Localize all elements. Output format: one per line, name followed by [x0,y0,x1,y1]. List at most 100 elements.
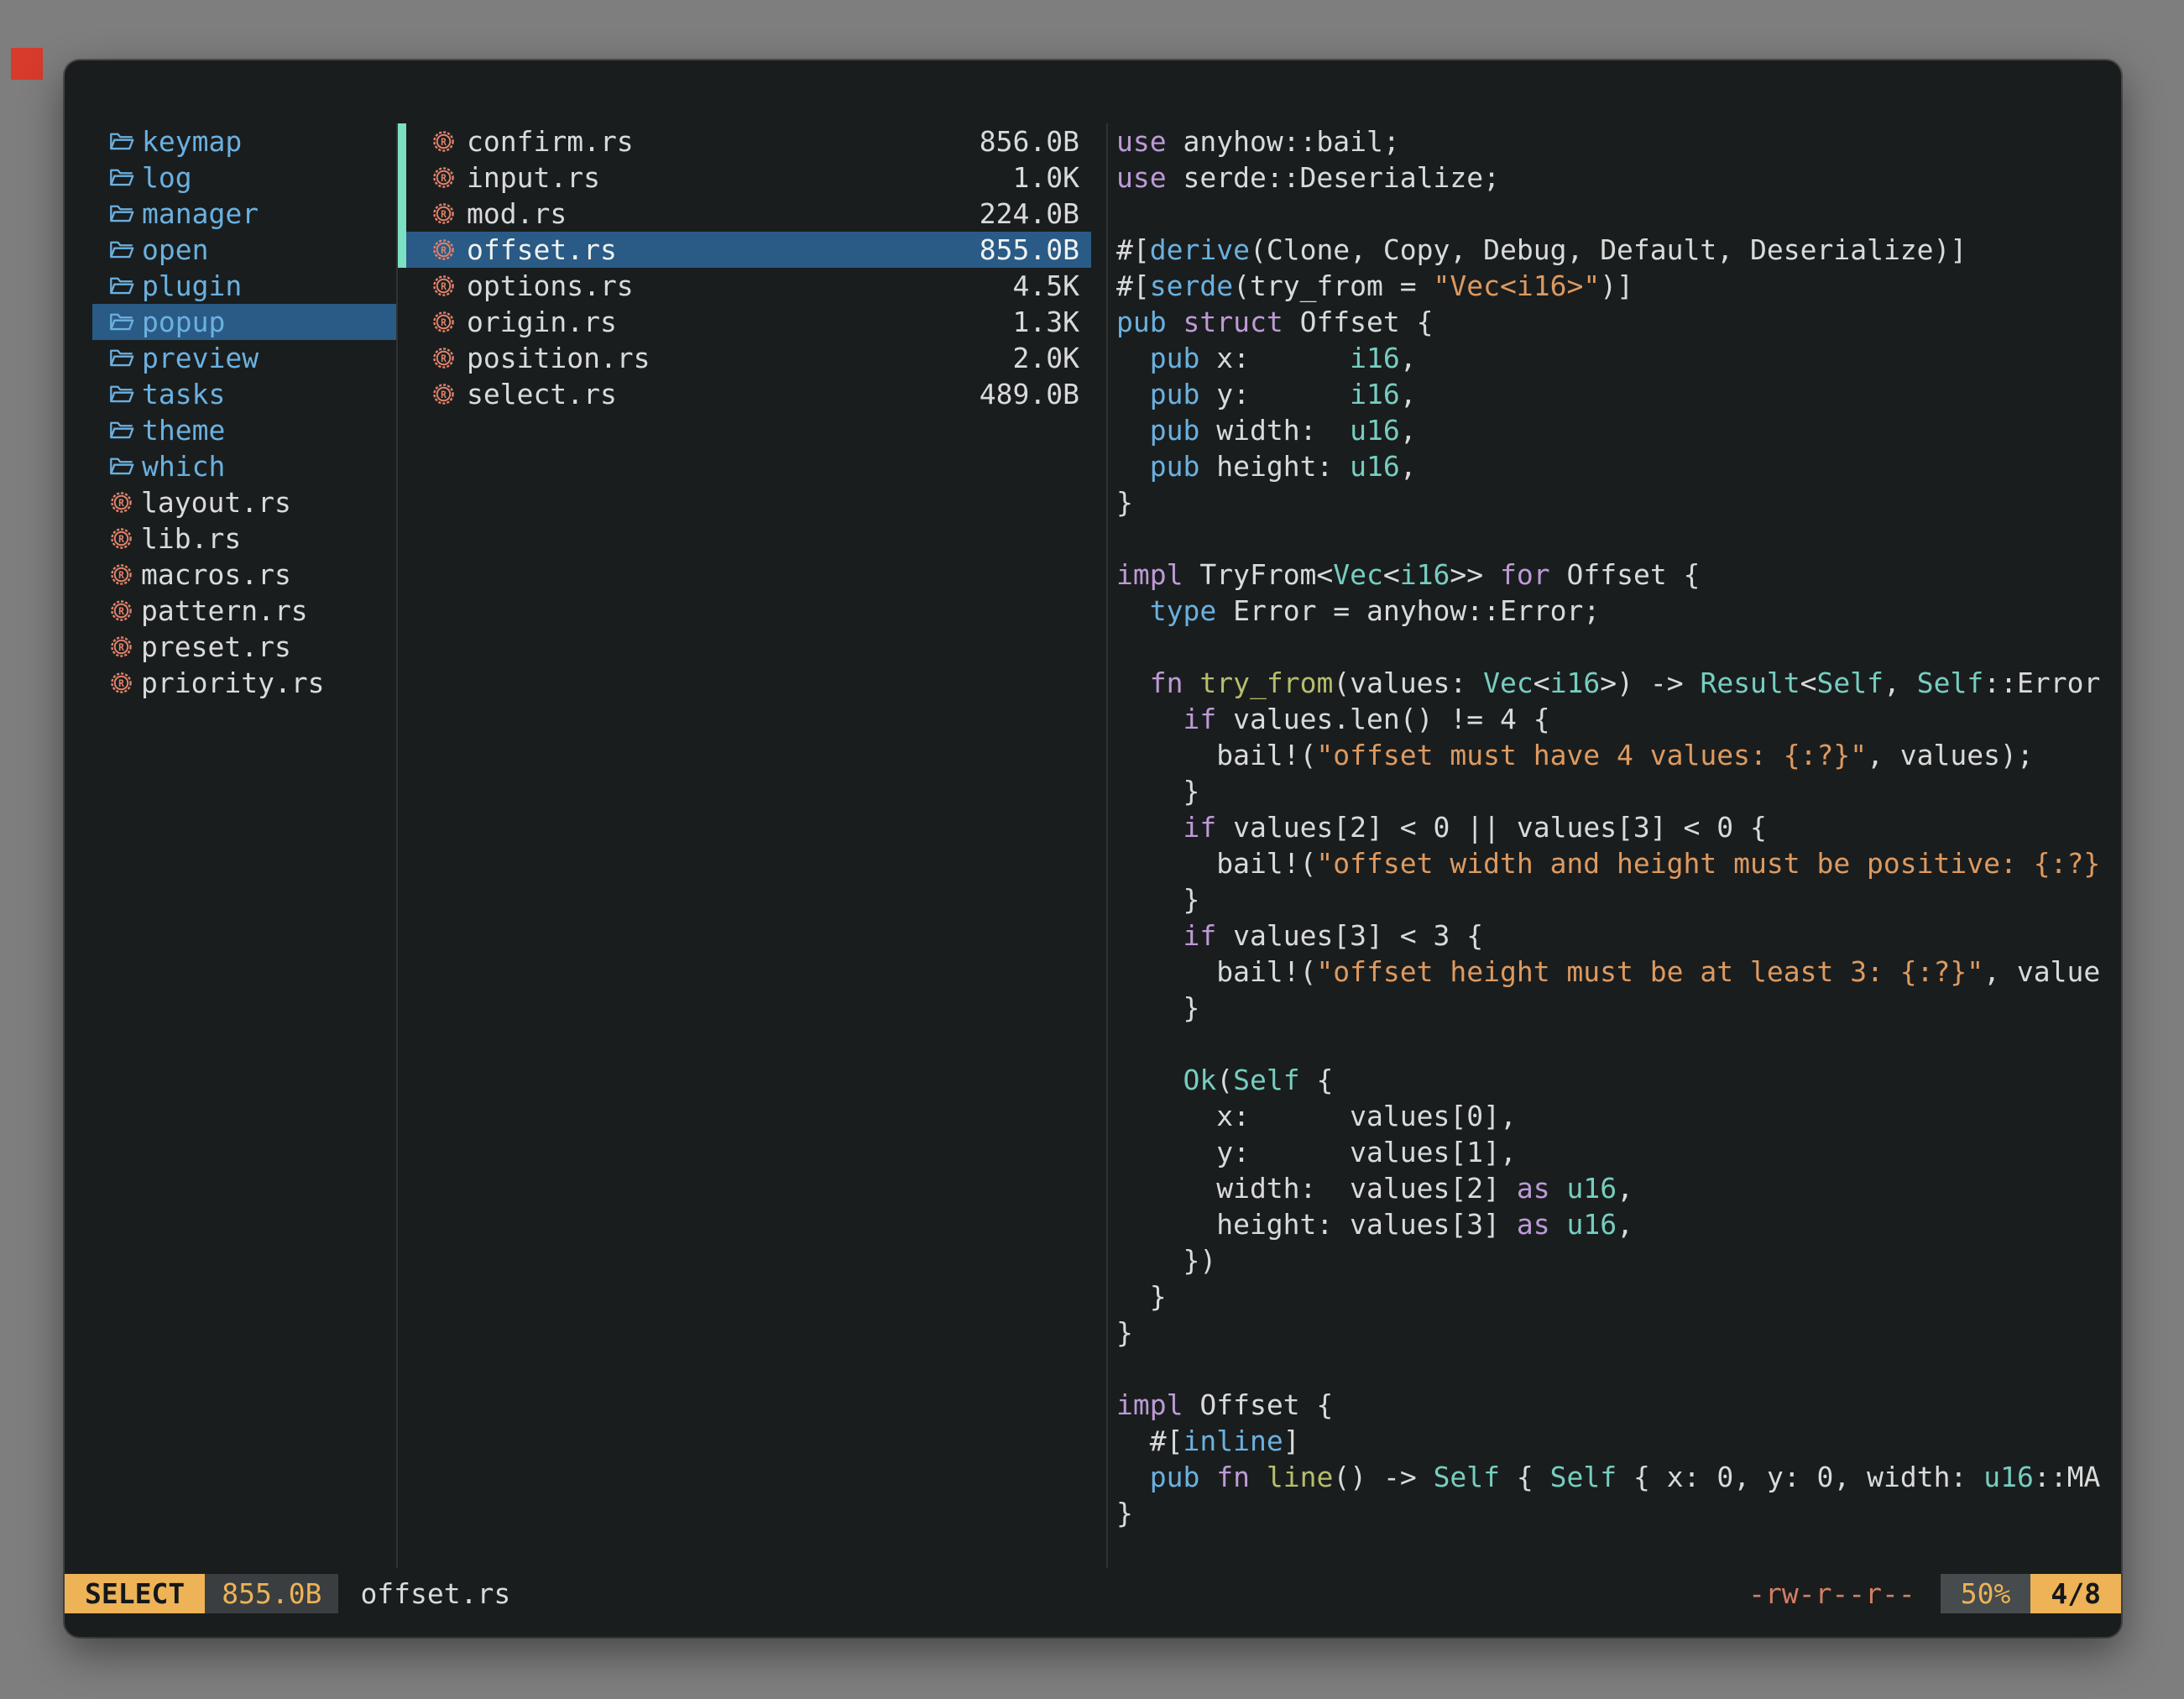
folder-icon [109,167,134,189]
code-line: }) [1116,1242,2113,1278]
file-row-origin.rs[interactable]: Rorigin.rs1.3K [398,304,1091,340]
code-line: } [1116,1495,2113,1531]
preview-panel: use anyhow::bail;use serde::Deserialize;… [1116,123,2113,1567]
code-line: } [1116,990,2113,1026]
parent-panel: keymaplogmanageropenpluginpopuppreview ta… [92,123,396,701]
rust-file-icon: R [431,274,456,298]
code-line: } [1116,1315,2113,1351]
code-line [1116,1351,2113,1387]
selection-marker [398,376,406,412]
rust-file-icon: R [431,310,456,334]
parent-file-macros.rs[interactable]: Rmacros.rs [92,557,396,593]
code-line: Ok(Self { [1116,1062,2113,1098]
rust-file-icon: R [109,671,133,695]
file-size: 489.0B [980,378,1079,410]
parent-dir-plugin[interactable]: plugin [92,268,396,304]
files-panel: Rconfirm.rs856.0BRinput.rs1.0KRmod.rs224… [398,123,1091,412]
selection-marker [398,232,406,268]
selection-marker [398,304,406,340]
item-label: preview [142,342,259,374]
rust-file-icon: R [431,201,456,226]
file-name: position.rs [467,342,1013,374]
cursor-position-badge: 4/8 [2030,1574,2121,1613]
folder-icon [109,311,134,333]
code-line [1116,1026,2113,1062]
file-row-input.rs[interactable]: Rinput.rs1.0K [398,159,1091,196]
item-label: open [142,233,208,266]
selection-marker [398,268,406,304]
parent-dir-tasks[interactable]: tasks [92,376,396,412]
folder-icon [109,420,134,442]
parent-dir-open[interactable]: open [92,232,396,268]
parent-file-preset.rs[interactable]: Rpreset.rs [92,629,396,665]
code-line: use serde::Deserialize; [1116,159,2113,196]
file-size: 4.5K [1013,269,1079,302]
item-label: pattern.rs [141,594,308,627]
parent-dir-log[interactable]: log [92,159,396,196]
code-line: #[derive(Clone, Copy, Debug, Default, De… [1116,232,2113,268]
file-row-select.rs[interactable]: Rselect.rs489.0B [398,376,1091,412]
item-label: theme [142,414,225,447]
code-line: bail!("offset height must be at least 3:… [1116,954,2113,990]
file-row-mod.rs[interactable]: Rmod.rs224.0B [398,196,1091,232]
item-label: tasks [142,378,225,410]
parent-file-priority.rs[interactable]: Rpriority.rs [92,665,396,701]
file-row-offset.rs[interactable]: Roffset.rs855.0B [398,232,1091,268]
svg-text:R: R [441,317,447,328]
code-line: #[serde(try_from = "Vec<i16>")] [1116,268,2113,304]
item-label: log [142,161,192,194]
svg-text:R: R [118,678,124,689]
parent-dir-which[interactable]: which [92,448,396,484]
code-line: bail!("offset width and height must be p… [1116,845,2113,881]
code-line: type Error = anyhow::Error; [1116,593,2113,629]
item-label: layout.rs [141,486,291,519]
parent-dir-keymap[interactable]: keymap [92,123,396,159]
code-line: impl Offset { [1116,1387,2113,1423]
file-size: 2.0K [1013,342,1079,374]
file-size: 855.0B [980,233,1079,266]
parent-file-lib.rs[interactable]: Rlib.rs [92,520,396,557]
svg-text:R: R [118,498,124,509]
code-line: pub height: u16, [1116,448,2113,484]
folder-icon [109,456,134,478]
mode-badge: SELECT [65,1574,205,1613]
file-row-options.rs[interactable]: Roptions.rs4.5K [398,268,1091,304]
folder-icon [109,203,134,225]
parent-file-pattern.rs[interactable]: Rpattern.rs [92,593,396,629]
svg-text:R: R [441,137,447,148]
selection-marker [398,340,406,376]
status-right-group: -rw-r--r-- 50% 4/8 [1748,1574,2121,1613]
file-size: 856.0B [980,125,1079,158]
file-size: 224.0B [980,197,1079,230]
code-line: pub struct Offset { [1116,304,2113,340]
terminal-window: keymaplogmanageropenpluginpopuppreview ta… [65,60,2121,1637]
code-line: width: values[2] as u16, [1116,1170,2113,1206]
code-line: height: values[3] as u16, [1116,1206,2113,1242]
code-line: fn try_from(values: Vec<i16>) -> Result<… [1116,665,2113,701]
parent-file-layout.rs[interactable]: Rlayout.rs [92,484,396,520]
svg-text:R: R [118,642,124,653]
code-line: if values[2] < 0 || values[3] < 0 { [1116,809,2113,845]
svg-text:R: R [441,209,447,220]
parent-dir-preview[interactable]: preview [92,340,396,376]
rust-file-icon: R [109,526,133,551]
parent-dir-manager[interactable]: manager [92,196,396,232]
item-label: macros.rs [141,558,291,591]
rust-file-icon: R [109,599,133,623]
svg-text:R: R [441,281,447,292]
status-bar: SELECT 855.0B offset.rs -rw-r--r-- 50% 4… [65,1574,2121,1613]
file-name: select.rs [467,378,980,410]
code-line: if values[3] < 3 { [1116,917,2113,954]
scroll-percent-badge: 50% [1941,1574,2031,1613]
code-line: y: values[1], [1116,1134,2113,1170]
file-name: options.rs [467,269,1013,302]
parent-dir-popup[interactable]: popup [92,304,396,340]
item-label: manager [142,197,259,230]
rust-file-icon: R [431,238,456,262]
parent-dir-theme[interactable]: theme [92,412,396,448]
code-line [1116,520,2113,557]
file-row-position.rs[interactable]: Rposition.rs2.0K [398,340,1091,376]
code-line: #[inline] [1116,1423,2113,1459]
file-row-confirm.rs[interactable]: Rconfirm.rs856.0B [398,123,1091,159]
rust-file-icon: R [431,165,456,190]
